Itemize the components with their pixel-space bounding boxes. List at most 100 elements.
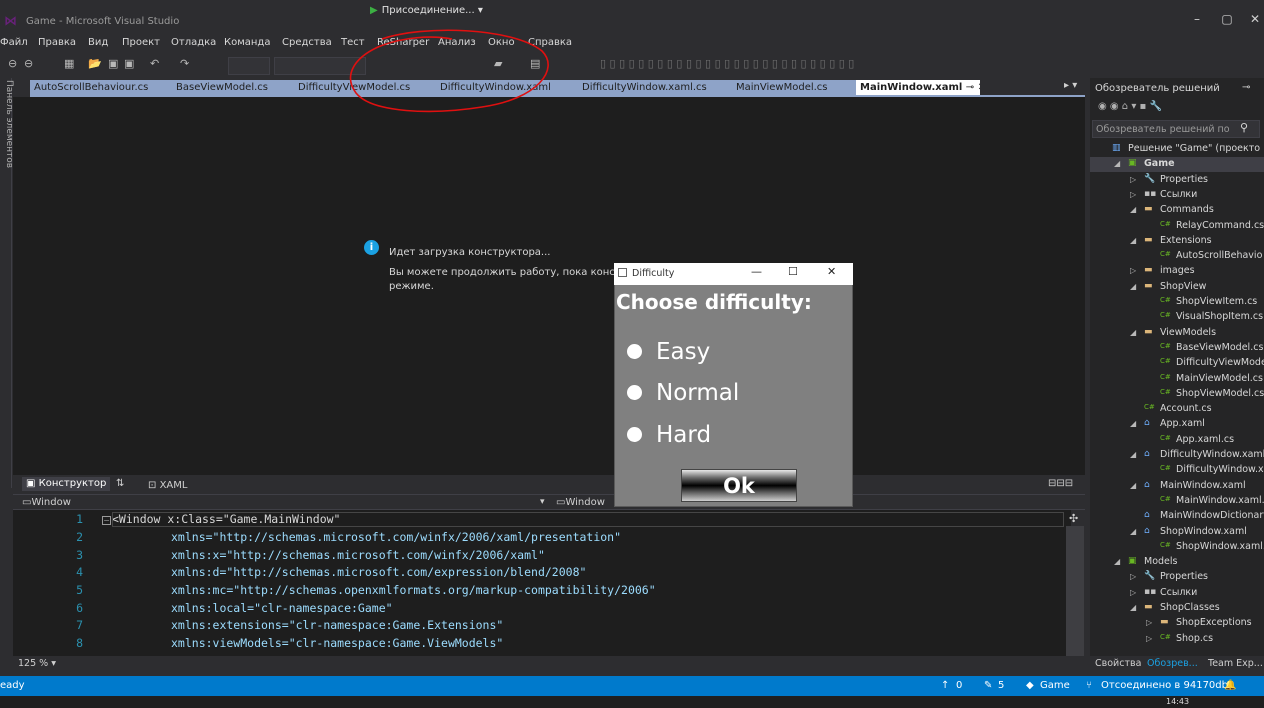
bell-icon[interactable]: 🔔: [1224, 680, 1236, 691]
minimize-button[interactable]: –: [1186, 12, 1208, 30]
tree-item[interactable]: ◢ ⌂ App.xaml: [1090, 417, 1264, 432]
expanded-arrow-icon[interactable]: ◢: [1130, 527, 1136, 536]
configuration-dropdown[interactable]: [228, 57, 270, 75]
radio-normal[interactable]: [627, 385, 642, 400]
tree-item[interactable]: ▷ ▬ images: [1090, 264, 1264, 279]
radio-hard[interactable]: [627, 427, 642, 442]
tree-item[interactable]: C# App.xaml.cs: [1090, 433, 1264, 448]
swap-panes-icon[interactable]: ⇅: [116, 478, 124, 489]
expanded-arrow-icon[interactable]: ◢: [1130, 282, 1136, 291]
expanded-arrow-icon[interactable]: ◢: [1130, 603, 1136, 612]
tree-item[interactable]: ◢ ▬ ShopView: [1090, 280, 1264, 295]
tree-item[interactable]: ◢ ⌂ DifficultyWindow.xaml: [1090, 448, 1264, 463]
radio-label-easy[interactable]: Easy: [656, 339, 710, 365]
tab-overflow-icon[interactable]: ▸ ▾: [1064, 80, 1077, 91]
tree-item[interactable]: ⌂ MainWindowDictionary: [1090, 509, 1264, 524]
new-project-icon[interactable]: ▦: [64, 57, 74, 70]
dialog-minimize-button[interactable]: —: [751, 265, 762, 278]
tree-item[interactable]: C# VisualShopItem.cs: [1090, 310, 1264, 325]
tree-item[interactable]: ◢ ▬ ShopClasses: [1090, 601, 1264, 616]
collapse-region-icon[interactable]: −: [102, 516, 111, 525]
tree-item[interactable]: C# BaseViewModel.cs: [1090, 341, 1264, 356]
repo-name[interactable]: Game: [1040, 680, 1070, 691]
expanded-arrow-icon[interactable]: ◢: [1130, 236, 1136, 245]
tree-item[interactable]: C# Account.cs: [1090, 402, 1264, 417]
collapsed-arrow-icon[interactable]: ▷: [1130, 266, 1136, 275]
menu-team[interactable]: Команда: [224, 37, 270, 48]
split-layout-icons[interactable]: ⊟⊟⊟: [1048, 478, 1073, 489]
menu-view[interactable]: Вид: [88, 37, 108, 48]
save-icon[interactable]: ▣: [108, 57, 118, 70]
tree-item[interactable]: ◢ ⌂ MainWindow.xaml: [1090, 479, 1264, 494]
split-editor-icon[interactable]: ✣: [1069, 512, 1078, 525]
home-icons[interactable]: ◉ ◉ ⌂ ▾ ▪ 🔧: [1098, 101, 1162, 112]
code-editor[interactable]: 1 2 3 4 5 6 7 8 <Window x:Class="Game.Ma…: [13, 510, 1071, 656]
tab-properties[interactable]: Свойства: [1095, 658, 1141, 669]
tab-solution-explorer[interactable]: Обозрев...: [1147, 658, 1198, 669]
ok-button[interactable]: Ok: [681, 469, 797, 502]
back-icon[interactable]: ⊖: [8, 57, 17, 70]
tab-team-explorer[interactable]: Team Exp...: [1208, 658, 1263, 669]
menu-project[interactable]: Проект: [122, 37, 160, 48]
radio-label-hard[interactable]: Hard: [656, 422, 711, 448]
expanded-arrow-icon[interactable]: ◢: [1130, 450, 1136, 459]
tree-item[interactable]: ▥ Решение "Game" (проекто: [1090, 142, 1264, 157]
tree-item[interactable]: ◢ ⌂ ShopWindow.xaml: [1090, 525, 1264, 540]
tree-item[interactable]: ▷ C# Shop.cs: [1090, 632, 1264, 647]
designer-surface[interactable]: [13, 97, 1085, 475]
branch-name[interactable]: Отсоединено в 94170db3: [1101, 680, 1234, 691]
editor-scrollbar[interactable]: [1066, 526, 1084, 656]
expanded-arrow-icon[interactable]: ◢: [1114, 557, 1120, 566]
dialog-maximize-button[interactable]: ☐: [788, 265, 798, 278]
tab-designer[interactable]: ▣ Конструктор: [22, 477, 111, 491]
radio-easy[interactable]: [627, 344, 642, 359]
collapsed-arrow-icon[interactable]: ▷: [1146, 618, 1152, 627]
radio-label-normal[interactable]: Normal: [656, 380, 739, 406]
tab-xaml[interactable]: ⊡ XAML: [148, 480, 187, 491]
undo-icon[interactable]: ↶: [150, 57, 159, 70]
save-all-icon[interactable]: ▣: [124, 57, 134, 70]
tree-item[interactable]: C# ShopWindow.xaml.c: [1090, 540, 1264, 555]
tree-item[interactable]: ◢ ▬ Commands: [1090, 203, 1264, 218]
collapsed-arrow-icon[interactable]: ▷: [1130, 588, 1136, 597]
tree-item[interactable]: C# MainViewModel.cs: [1090, 372, 1264, 387]
expanded-arrow-icon[interactable]: ◢: [1130, 481, 1136, 490]
tree-item[interactable]: C# MainWindow.xaml.c: [1090, 494, 1264, 509]
tree-item[interactable]: ▷ 🔧 Properties: [1090, 173, 1264, 188]
collapsed-arrow-icon[interactable]: ▷: [1130, 175, 1136, 184]
attach-run-button[interactable]: ▶ Присоединение... ▾: [370, 5, 484, 21]
element-scope-dropdown[interactable]: ▭Window: [22, 497, 71, 508]
tree-item[interactable]: ▷ ▬ ShopExceptions: [1090, 616, 1264, 631]
maximize-button[interactable]: ▢: [1216, 12, 1238, 30]
tree-item[interactable]: C# DifficultyViewMode: [1090, 356, 1264, 371]
collapsed-arrow-icon[interactable]: ▷: [1130, 572, 1136, 581]
tree-item[interactable]: C# ShopViewModel.cs: [1090, 387, 1264, 402]
expanded-arrow-icon[interactable]: ◢: [1130, 205, 1136, 214]
forward-icon[interactable]: ⊖: [24, 57, 33, 70]
tree-item[interactable]: C# AutoScrollBehavio: [1090, 249, 1264, 264]
tree-item[interactable]: ◢ ▬ ViewModels: [1090, 326, 1264, 341]
tree-item[interactable]: ◢ ▣ Models: [1090, 555, 1264, 570]
collapsed-arrow-icon[interactable]: ▷: [1130, 190, 1136, 199]
tree-item[interactable]: ◢ ▣ Game: [1090, 157, 1264, 173]
tree-item[interactable]: ▷ ▪▪ Ссылки: [1090, 188, 1264, 203]
menu-edit[interactable]: Правка: [38, 37, 76, 48]
menu-debug[interactable]: Отладка: [171, 37, 216, 48]
tree-item[interactable]: C# ShopViewItem.cs: [1090, 295, 1264, 310]
tree-item[interactable]: ▷ ▪▪ Ссылки: [1090, 586, 1264, 601]
expanded-arrow-icon[interactable]: ◢: [1114, 159, 1120, 168]
solution-search-input[interactable]: Обозреватель решений по: [1092, 120, 1260, 138]
tree-item[interactable]: ◢ ▬ Extensions: [1090, 234, 1264, 249]
element-member-dropdown[interactable]: ▭Window: [556, 497, 605, 508]
changes-count[interactable]: 5: [998, 680, 1004, 691]
tree-item[interactable]: C# RelayCommand.cs: [1090, 219, 1264, 234]
dialog-close-button[interactable]: ✕: [827, 265, 836, 278]
tree-item[interactable]: ▷ 🔧 Properties: [1090, 570, 1264, 585]
collapsed-arrow-icon[interactable]: ▷: [1146, 634, 1152, 643]
chevron-down-icon[interactable]: ▾: [540, 497, 545, 507]
expanded-arrow-icon[interactable]: ◢: [1130, 419, 1136, 428]
unpushed-count[interactable]: 0: [956, 680, 962, 691]
pin-icon[interactable]: ⊸: [1242, 82, 1250, 93]
menu-tools[interactable]: Средства: [282, 37, 332, 48]
close-window-button[interactable]: ✕: [1244, 12, 1264, 30]
